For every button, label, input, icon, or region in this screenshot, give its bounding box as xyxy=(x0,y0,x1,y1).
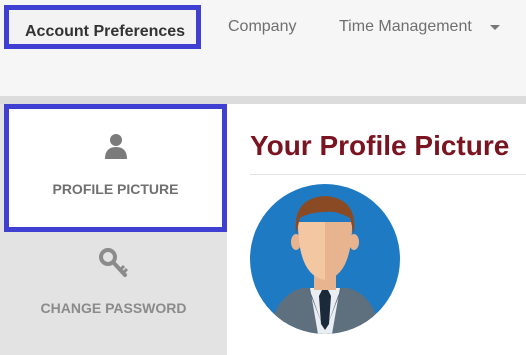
divider xyxy=(0,96,526,104)
sidebar: PROFILE PICTURE CHANGE PASSWORD xyxy=(0,104,227,355)
tab-account-preferences[interactable]: Account Preferences xyxy=(4,5,201,49)
sidebar-item-profile-picture[interactable]: PROFILE PICTURE xyxy=(4,104,227,232)
tab-company[interactable]: Company xyxy=(228,0,296,54)
tab-time-management[interactable]: Time Management xyxy=(339,0,472,54)
sidebar-item-change-password[interactable]: CHANGE PASSWORD xyxy=(0,244,227,355)
sidebar-item-label: CHANGE PASSWORD xyxy=(40,300,187,316)
top-navigation: Account Preferences Company Time Managem… xyxy=(0,0,526,96)
avatar[interactable] xyxy=(250,184,400,334)
user-icon xyxy=(104,133,128,164)
sidebar-item-label: PROFILE PICTURE xyxy=(52,181,179,197)
chevron-down-icon[interactable] xyxy=(490,25,500,30)
divider xyxy=(250,174,526,175)
key-icon xyxy=(98,248,129,283)
page-title: Your Profile Picture xyxy=(250,130,510,161)
